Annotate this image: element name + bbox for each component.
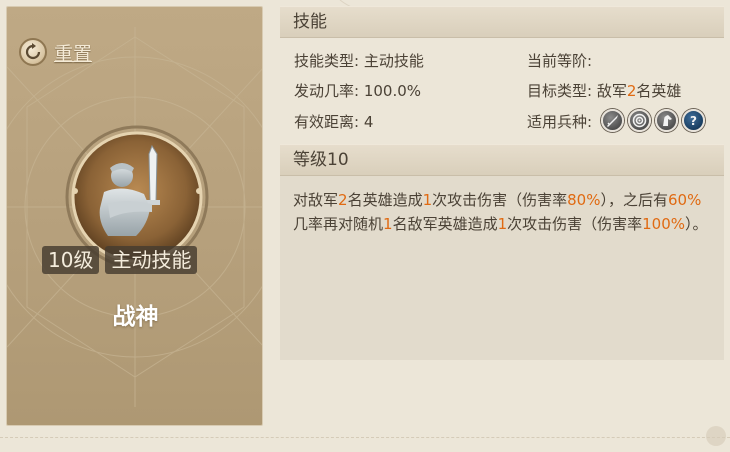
desc-text-6: 名敌军英雄造成	[392, 215, 498, 233]
current-rank-label: 当前等阶:	[527, 52, 593, 70]
desc-value-6: 1	[497, 215, 508, 233]
desc-value-7: 100%	[642, 215, 686, 233]
desc-text-7: 次攻击伤害（伤害率	[507, 215, 643, 233]
desc-value-2: 1	[422, 191, 433, 209]
trigger-rate-label: 发动几率:	[294, 82, 360, 100]
refresh-icon	[19, 38, 47, 66]
desc-value-4: 60%	[668, 191, 702, 209]
target-type-pre: 敌军	[596, 82, 627, 100]
desc-text-1: 对敌军	[293, 191, 339, 209]
skill-type-badge: 主动技能	[105, 246, 198, 274]
current-rank-row: 当前等阶:	[527, 50, 592, 71]
target-count: 2	[626, 82, 637, 100]
desc-value-5: 1	[383, 215, 393, 233]
range-row: 有效距离: 4	[294, 111, 373, 132]
desc-text-3: 次攻击伤害（伤害率	[432, 191, 568, 209]
level-description-box: 对敌军2名英雄造成1次攻击伤害（伤害率80%），之后有60%几率再对随机1名敌军…	[280, 176, 724, 360]
skill-type-value: 主动技能	[363, 52, 424, 70]
level-section-header: 等级10	[280, 144, 724, 176]
desc-text-5: 几率再对随机	[293, 215, 384, 233]
bottom-divider	[0, 437, 730, 438]
range-value: 4	[363, 113, 374, 131]
skill-type-row: 技能类型: 主动技能	[294, 50, 424, 71]
troop-type-row: 适用兵种:	[527, 111, 592, 132]
level-description: 对敌军2名英雄造成1次攻击伤害（伤害率80%），之后有60%几率再对随机1名敌军…	[293, 188, 713, 236]
skill-name: 战神	[112, 304, 159, 330]
trigger-rate-row: 发动几率: 100.0%	[294, 80, 421, 101]
unknown-troop-icon[interactable]: ?	[682, 109, 705, 132]
target-type-post: 名英雄	[636, 82, 682, 100]
level-badge: 10级	[42, 246, 100, 274]
troop-icons: ?	[601, 109, 705, 132]
skill-type-label: 技能类型:	[294, 52, 360, 70]
skill-section-header: 技能	[280, 6, 724, 38]
cavalry-horse-icon[interactable]	[655, 109, 678, 132]
svg-text:?: ?	[690, 114, 697, 128]
sword-troop-icon[interactable]	[601, 109, 624, 132]
troop-type-label: 适用兵种:	[527, 113, 593, 131]
archer-target-icon[interactable]	[628, 109, 651, 132]
desc-text-2: 名英雄造成	[347, 191, 423, 209]
range-label: 有效距离:	[294, 113, 360, 131]
desc-text-4: ），之后有	[600, 191, 668, 209]
desc-value-3: 80%	[567, 191, 601, 209]
desc-text-8: ）。	[685, 215, 708, 233]
reset-label: 重置	[54, 42, 93, 65]
desc-value-1: 2	[338, 191, 348, 209]
reset-button[interactable]: 重置	[19, 38, 92, 66]
skill-card-panel: 重置 10级 主动技能 战神	[6, 6, 263, 426]
target-type-label: 目标类型:	[527, 82, 593, 100]
target-type-row: 目标类型: 敌军2名英雄	[527, 80, 681, 101]
trigger-rate-value: 100.0%	[363, 82, 422, 100]
skill-badges: 10级 主动技能	[42, 246, 198, 274]
